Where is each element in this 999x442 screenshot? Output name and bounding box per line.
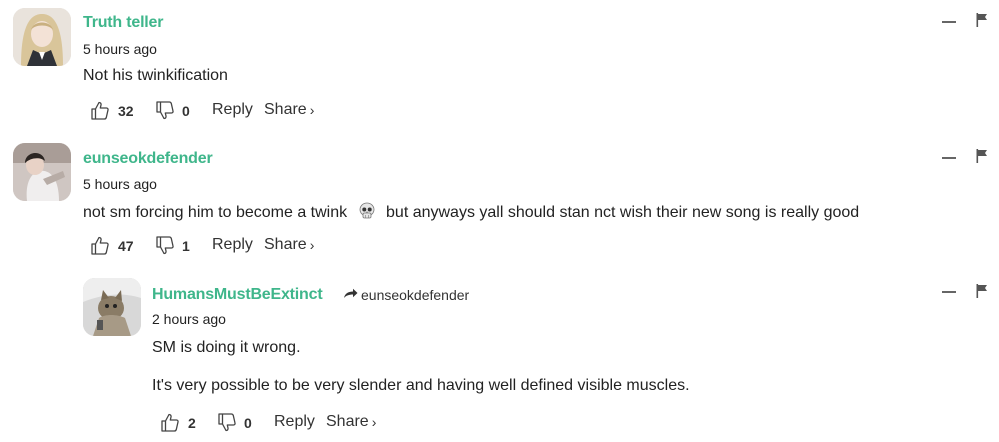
username[interactable]: Truth teller (83, 14, 163, 32)
collapse-button[interactable] (941, 286, 957, 298)
report-button[interactable] (976, 284, 988, 298)
flag-icon (976, 149, 988, 163)
thumbs-down-icon (156, 236, 174, 255)
timestamp: 5 hours ago (83, 41, 157, 57)
comment-actions: 2 0 Reply Share › (161, 413, 421, 433)
like-count: 47 (118, 237, 134, 254)
collapse-button[interactable] (941, 152, 957, 164)
dislike-count: 0 (182, 102, 190, 119)
dislike-count: 1 (182, 237, 190, 254)
share-label: Share (264, 236, 307, 253)
reply-arrow-icon (343, 287, 358, 303)
thumbs-up-icon (91, 101, 109, 120)
share-button[interactable]: Share › (264, 236, 314, 254)
comment-text-part: but anyways yall should stan nct wish th… (386, 204, 860, 221)
skull-icon (358, 202, 376, 225)
minus-icon (942, 157, 956, 159)
comment-text: not sm forcing him to become a twink but… (83, 202, 859, 225)
avatar[interactable] (83, 278, 141, 336)
chevron-right-icon: › (371, 414, 377, 430)
like-button[interactable]: 47 (91, 236, 134, 255)
chevron-right-icon: › (309, 237, 315, 253)
share-button[interactable]: Share › (264, 101, 314, 119)
like-count: 2 (188, 414, 196, 431)
share-label: Share (264, 101, 307, 118)
dislike-button[interactable]: 1 (156, 236, 190, 255)
comment-text: It's very possible to be very slender an… (152, 377, 690, 394)
dislike-button[interactable]: 0 (218, 413, 252, 432)
minus-icon (942, 21, 956, 23)
avatar[interactable] (13, 8, 71, 66)
avatar-image (83, 278, 141, 336)
flag-icon (976, 13, 988, 27)
comment-actions: 32 0 Reply Share › (91, 101, 351, 121)
reply-button[interactable]: Reply (212, 101, 253, 119)
minus-icon (942, 291, 956, 293)
username[interactable]: HumansMustBeExtinct (152, 286, 323, 304)
share-button[interactable]: Share › (326, 413, 376, 431)
username[interactable]: eunseokdefender (83, 150, 213, 168)
reply-item: HumansMustBeExtinct eunseokdefender 2 ho… (0, 270, 999, 442)
share-label: Share (326, 413, 369, 430)
thumbs-down-icon (156, 101, 174, 120)
reply-to[interactable]: eunseokdefender (343, 287, 469, 303)
like-count: 32 (118, 102, 134, 119)
avatar[interactable] (13, 143, 71, 201)
reply-to-username: eunseokdefender (361, 287, 470, 303)
like-button[interactable]: 2 (161, 413, 196, 432)
flag-icon (976, 284, 988, 298)
timestamp: 2 hours ago (152, 311, 226, 327)
thumbs-up-icon (161, 413, 179, 432)
comment-item: eunseokdefender 5 hours ago not sm forci… (0, 135, 999, 265)
reply-button[interactable]: Reply (274, 413, 315, 431)
report-button[interactable] (976, 13, 988, 27)
dislike-count: 0 (244, 414, 252, 431)
timestamp: 5 hours ago (83, 176, 157, 192)
avatar-image (13, 143, 71, 201)
like-button[interactable]: 32 (91, 101, 134, 120)
reply-button[interactable]: Reply (212, 236, 253, 254)
comment-actions: 47 1 Reply Share › (91, 236, 351, 256)
comment-item: Truth teller 5 hours ago Not his twinkif… (0, 0, 999, 130)
comment-text: SM is doing it wrong. (152, 339, 301, 356)
comment-text-part: not sm forcing him to become a twink (83, 204, 348, 221)
thumbs-down-icon (218, 413, 236, 432)
chevron-right-icon: › (309, 102, 315, 118)
report-button[interactable] (976, 149, 988, 163)
avatar-image (13, 8, 71, 66)
thumbs-up-icon (91, 236, 109, 255)
dislike-button[interactable]: 0 (156, 101, 190, 120)
collapse-button[interactable] (941, 16, 957, 28)
comment-text: Not his twinkification (83, 67, 228, 84)
